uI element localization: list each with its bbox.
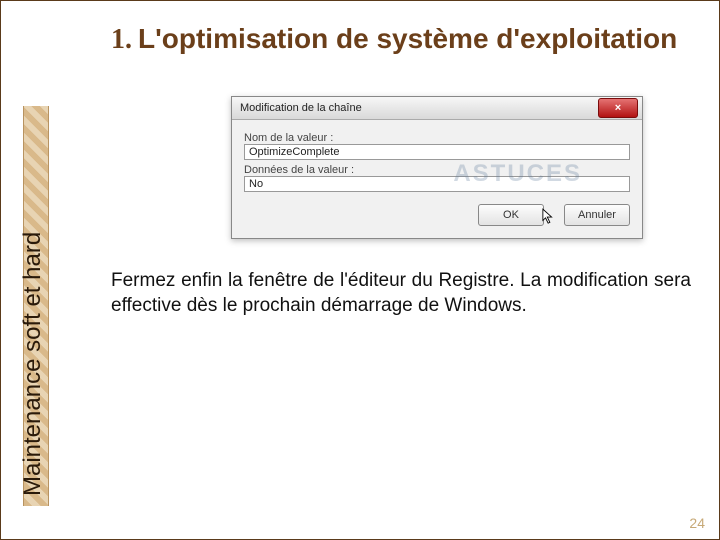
value-name-input[interactable]	[244, 144, 630, 160]
title-number: 1.	[111, 24, 132, 55]
close-button[interactable]: ×	[598, 98, 638, 118]
title-text: L'optimisation de système d'exploitation	[138, 23, 677, 54]
registry-edit-dialog: Modification de la chaîne × ASTUCES Nom …	[231, 96, 643, 239]
sidebar-label: Maintenance soft et hard	[19, 232, 47, 496]
close-icon: ×	[615, 102, 621, 114]
value-name-label: Nom de la valeur :	[244, 132, 630, 144]
dialog-titlebar[interactable]: Modification de la chaîne ×	[232, 97, 642, 120]
instruction-paragraph: Fermez enfin la fenêtre de l'éditeur du …	[111, 269, 691, 318]
cancel-button-label: Annuler	[578, 209, 616, 221]
dialog-title: Modification de la chaîne	[240, 102, 362, 114]
value-data-label: Données de la valeur :	[244, 164, 630, 176]
page-number: 24	[689, 515, 705, 531]
main-content: 1.L'optimisation de système d'exploitati…	[111, 19, 699, 318]
cursor-icon	[542, 208, 556, 226]
value-data-input[interactable]	[244, 176, 630, 192]
dialog-button-row: OK Annuler	[244, 204, 630, 226]
dialog-body: ASTUCES Nom de la valeur : Données de la…	[232, 120, 642, 238]
page-title: 1.L'optimisation de système d'exploitati…	[111, 19, 699, 56]
cancel-button[interactable]: Annuler	[564, 204, 630, 226]
ok-button-label: OK	[503, 209, 519, 221]
ok-button[interactable]: OK	[478, 204, 544, 226]
